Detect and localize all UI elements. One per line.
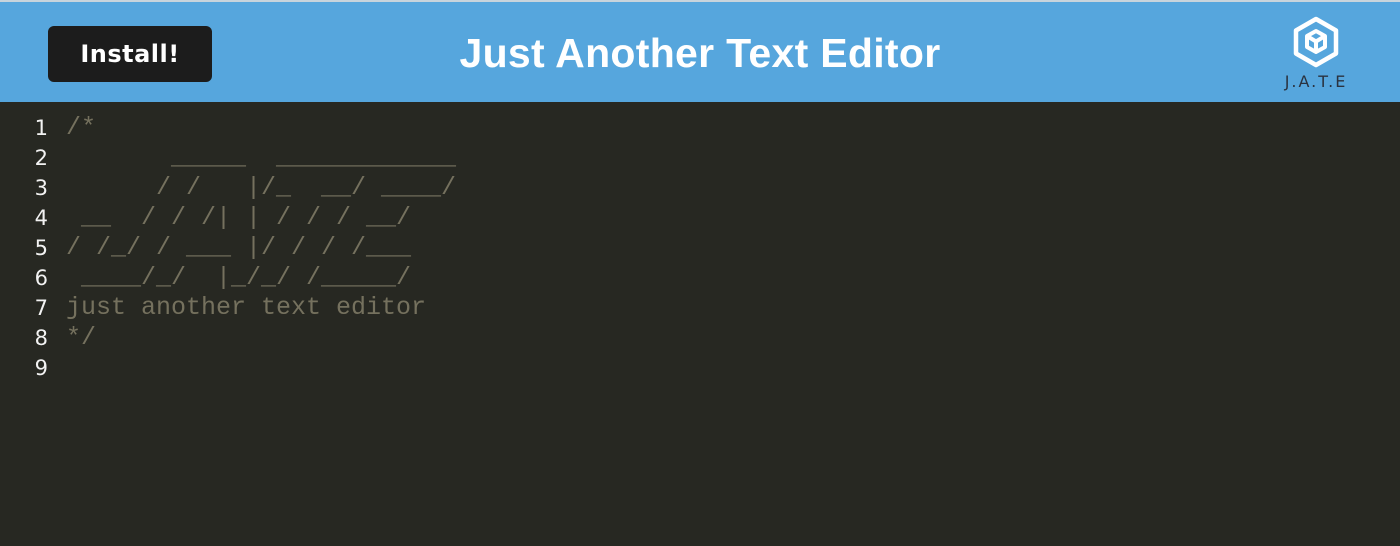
line-text[interactable]: __ / / /| | / / / __/	[66, 203, 411, 233]
code-line: 3 / / |/_ __/ ____/	[0, 173, 1400, 203]
line-text[interactable]: /*	[66, 113, 96, 143]
line-number: 5	[34, 236, 48, 260]
line-number: 3	[34, 176, 48, 200]
code-line: 8 */	[0, 323, 1400, 353]
line-text[interactable]: / / |/_ __/ ____/	[66, 173, 456, 203]
code-editor[interactable]: 1 /* 2 _____ ____________ 3 / / |/_ __/ …	[0, 102, 1400, 546]
line-text[interactable]: just another text editor	[66, 293, 426, 323]
line-text[interactable]: / /_/ / ___ |/ / / /___	[66, 233, 411, 263]
line-text[interactable]: ____/_/ |_/_/ /_____/	[66, 263, 411, 293]
hexagon-cube-icon	[1293, 16, 1339, 68]
line-number: 9	[34, 356, 48, 380]
page-title: Just Another Text Editor	[459, 30, 941, 76]
line-number: 6	[34, 266, 48, 290]
logo: J.A.T.E	[1268, 16, 1364, 102]
code-line: 2 _____ ____________	[0, 143, 1400, 173]
line-number: 7	[34, 296, 48, 320]
code-line: 4 __ / / /| | / / / __/	[0, 203, 1400, 233]
app-header: Install! Just Another Text Editor J.A.T.…	[0, 2, 1400, 102]
line-number: 8	[34, 326, 48, 350]
line-number: 4	[34, 206, 48, 230]
line-number: 1	[34, 116, 48, 140]
line-text[interactable]: _____ ____________	[66, 143, 456, 173]
logo-text: J.A.T.E	[1284, 72, 1348, 91]
code-line: 7 just another text editor	[0, 293, 1400, 323]
line-text[interactable]: */	[66, 323, 96, 353]
code-line: 5 / /_/ / ___ |/ / / /___	[0, 233, 1400, 263]
code-line: 6 ____/_/ |_/_/ /_____/	[0, 263, 1400, 293]
line-number: 2	[34, 146, 48, 170]
code-line: 9	[0, 353, 1400, 383]
code-line: 1 /*	[0, 113, 1400, 143]
